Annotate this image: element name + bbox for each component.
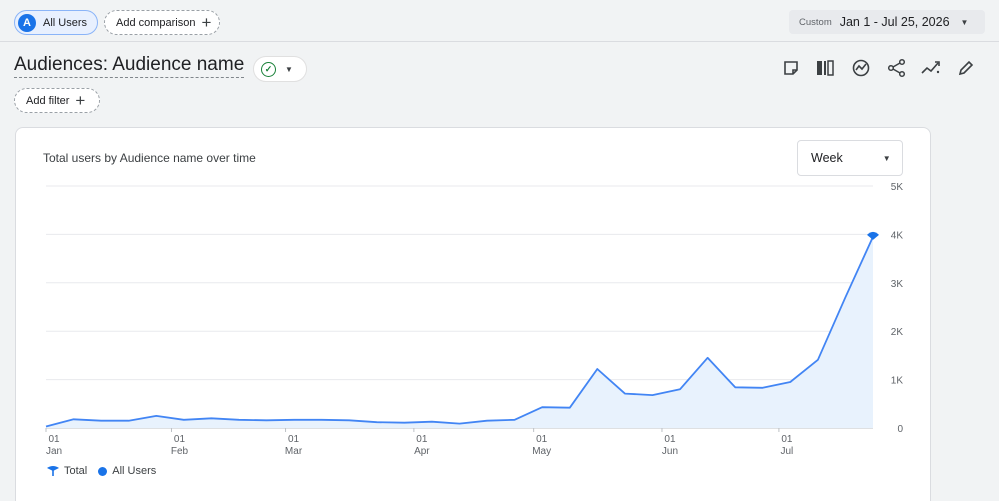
x-tick-day: 01 [174,434,186,445]
series-dot-icon [98,466,108,476]
x-tick-month: Apr [414,446,430,457]
x-tick-month: May [532,446,551,457]
y-tick-label: 4K [891,230,904,241]
x-tick-day: 01 [416,434,428,445]
x-tick-month: Jan [46,446,62,457]
legend-total[interactable]: Total [46,465,87,477]
total-marker-icon [47,466,59,476]
x-tick-month: Jun [662,446,678,457]
x-tick-day: 01 [781,434,793,445]
x-tick-day: 01 [536,434,548,445]
x-tick-day: 01 [664,434,676,445]
x-tick-month: Feb [171,446,189,457]
x-tick-day: 01 [288,434,300,445]
series-end-point [871,234,875,239]
x-tick-month: Mar [285,446,303,457]
y-tick-label: 2K [891,327,904,338]
legend-series-label: All Users [112,465,157,477]
users-over-time-chart: 01K2K3K4K5K01Jan01Feb01Mar01Apr01May01Ju… [45,182,904,457]
x-tick-day: 01 [48,434,60,445]
series-area [46,236,873,428]
y-tick-label: 0 [897,424,903,435]
x-tick-month: Jul [780,446,793,457]
y-tick-label: 5K [891,182,904,193]
y-tick-label: 1K [891,376,904,387]
legend-all-users[interactable]: All Users [98,465,156,477]
y-tick-label: 3K [891,279,904,290]
chart-legend: Total All Users [46,465,167,477]
legend-total-label: Total [64,465,88,477]
